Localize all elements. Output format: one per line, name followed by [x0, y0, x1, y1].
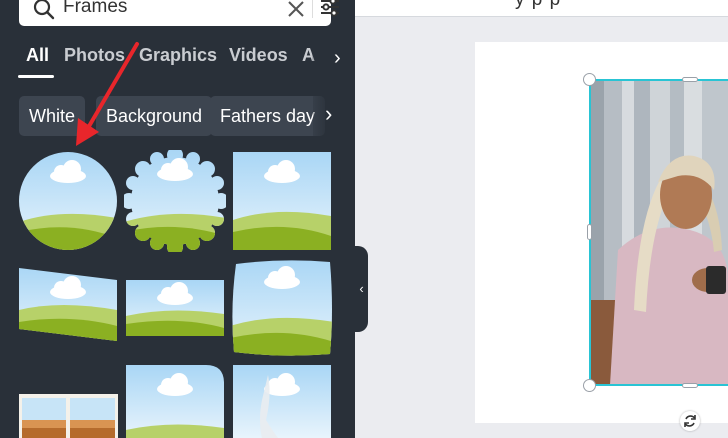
- rough-square-frame[interactable]: [230, 258, 334, 358]
- resize-handle-bottom[interactable]: [682, 383, 698, 388]
- selection-box: [589, 79, 728, 386]
- scalloped-circle-frame[interactable]: [124, 150, 226, 252]
- circle-frame[interactable]: [19, 152, 117, 250]
- resize-handle-bottom-left[interactable]: [583, 379, 596, 392]
- topbar-text: y p p: [515, 0, 561, 11]
- rocket-frame[interactable]: [233, 365, 331, 438]
- resize-handle-top-left[interactable]: [583, 73, 596, 86]
- square-frame[interactable]: [233, 152, 331, 250]
- editor-topbar: y p p: [355, 0, 728, 17]
- polaroid-strip-frame[interactable]: [19, 394, 118, 438]
- wide-rectangle-frame[interactable]: [126, 280, 224, 336]
- chevron-left-icon: ‹: [359, 281, 364, 296]
- rounded-corner-frame[interactable]: [126, 365, 224, 438]
- resize-handle-top[interactable]: [682, 77, 698, 82]
- slanted-frame[interactable]: [19, 266, 117, 344]
- rotate-icon[interactable]: [680, 411, 700, 431]
- collapse-panel-handle[interactable]: ‹: [355, 246, 368, 332]
- frames-grid: [0, 0, 355, 438]
- resize-handle-left[interactable]: [587, 224, 592, 240]
- side-panel: All Photos Graphics Videos A › White Bac…: [0, 0, 355, 438]
